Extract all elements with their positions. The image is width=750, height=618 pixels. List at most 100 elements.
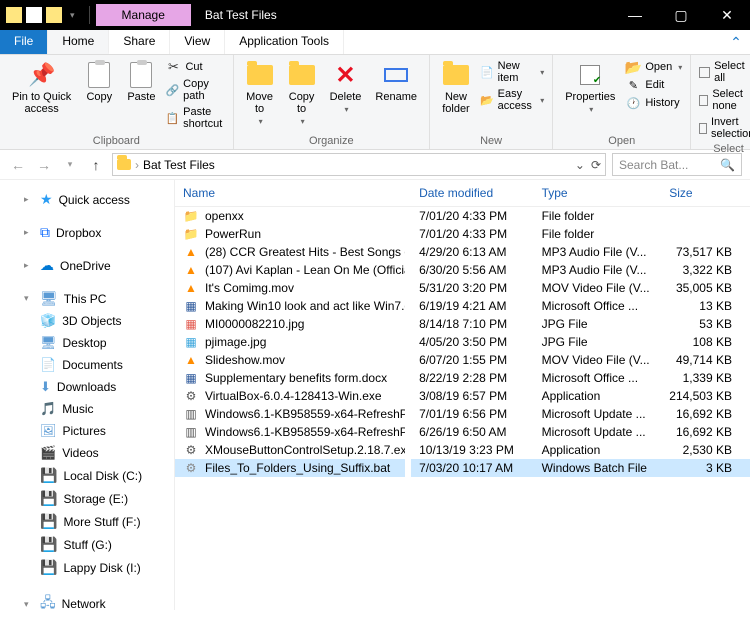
new-item-icon: 📄 bbox=[480, 65, 494, 79]
qat-dropdown-icon[interactable]: ▾ bbox=[66, 10, 79, 21]
new-folder-button[interactable]: New folder bbox=[438, 59, 474, 133]
file-size-cell: 108 KB bbox=[661, 333, 750, 351]
edit-button[interactable]: ✎Edit bbox=[625, 77, 682, 93]
nav-3d-objects[interactable]: 🧊3D Objects bbox=[4, 310, 170, 332]
file-row[interactable]: ▥Windows6.1-KB958559-x64-RefreshPkg....6… bbox=[175, 423, 750, 441]
file-name-cell[interactable]: ⚙Files_To_Folders_Using_Suffix.bat bbox=[175, 459, 405, 477]
cube-icon: 🧊 bbox=[40, 313, 56, 329]
select-all-button[interactable]: Select all bbox=[699, 59, 750, 85]
chevron-right-icon[interactable]: › bbox=[135, 158, 139, 172]
nav-recent-dropdown[interactable]: ▾ bbox=[60, 159, 80, 170]
tab-file[interactable]: File bbox=[0, 30, 48, 54]
tab-application-tools[interactable]: Application Tools bbox=[225, 30, 344, 54]
address-dropdown-icon[interactable]: ⌄ bbox=[575, 158, 585, 172]
file-row[interactable]: ▲It's Comimg.mov5/31/20 3:20 PMMOV Video… bbox=[175, 279, 750, 297]
file-row[interactable]: ⚙VirtualBox-6.0.4-128413-Win.exe3/08/19 … bbox=[175, 387, 750, 405]
close-button[interactable]: ✕ bbox=[704, 0, 750, 30]
col-name[interactable]: Name bbox=[175, 180, 411, 207]
file-name-cell[interactable]: ▦Supplementary benefits form.docx bbox=[175, 369, 405, 387]
file-date-cell: 4/05/20 3:50 PM bbox=[411, 333, 533, 351]
delete-button[interactable]: ✕ Delete▾ bbox=[326, 59, 366, 133]
file-name-cell[interactable]: ▦pjimage.jpg bbox=[175, 333, 405, 351]
nav-pictures[interactable]: 🖼Pictures bbox=[4, 420, 170, 442]
move-to-button[interactable]: Move to▾ bbox=[242, 59, 278, 133]
file-name-cell[interactable]: 📁openxx bbox=[175, 207, 405, 225]
nav-lappy-disk-i[interactable]: 💾Lappy Disk (I:) bbox=[4, 556, 170, 579]
nav-this-pc[interactable]: ▾🖥This PC bbox=[4, 287, 170, 310]
col-size[interactable]: Size bbox=[661, 180, 750, 207]
breadcrumb[interactable]: › Bat Test Files ⌄ ⟳ bbox=[112, 153, 606, 176]
ribbon-help-icon[interactable]: ⌃ bbox=[722, 30, 750, 54]
file-row[interactable]: ▲(28) CCR Greatest Hits - Best Songs of … bbox=[175, 243, 750, 261]
file-row[interactable]: ▦Making Win10 look and act like Win7.doc… bbox=[175, 297, 750, 315]
easy-access-button[interactable]: 📂Easy access▾ bbox=[480, 87, 544, 113]
nav-back-button[interactable]: ← bbox=[8, 157, 28, 173]
nav-stuff-g[interactable]: 💾Stuff (G:) bbox=[4, 533, 170, 556]
search-input[interactable]: Search Bat... 🔍 bbox=[612, 153, 742, 176]
file-name-cell[interactable]: ▲Slideshow.mov bbox=[175, 351, 405, 369]
file-name-cell[interactable]: ⚙XMouseButtonControlSetup.2.18.7.exe bbox=[175, 441, 405, 459]
nav-forward-button[interactable]: → bbox=[34, 157, 54, 173]
file-row[interactable]: ⚙Files_To_Folders_Using_Suffix.bat7/03/2… bbox=[175, 459, 750, 477]
nav-onedrive[interactable]: ▸☁OneDrive bbox=[4, 254, 170, 277]
paste-shortcut-button[interactable]: 📋Paste shortcut bbox=[165, 105, 224, 131]
new-item-button[interactable]: 📄New item▾ bbox=[480, 59, 544, 85]
tab-view[interactable]: View bbox=[170, 30, 225, 54]
tab-home[interactable]: Home bbox=[48, 30, 109, 54]
nav-documents[interactable]: 📄Documents bbox=[4, 354, 170, 376]
refresh-button[interactable]: ⟳ bbox=[591, 158, 601, 172]
nav-local-disk-c[interactable]: 💾Local Disk (C:) bbox=[4, 464, 170, 487]
file-name-cell[interactable]: ▲(28) CCR Greatest Hits - Best Songs of … bbox=[175, 243, 405, 261]
file-name-cell[interactable]: 📁PowerRun bbox=[175, 225, 405, 243]
file-list[interactable]: Name Date modified Type Size 📁openxx7/01… bbox=[175, 180, 750, 610]
nav-quick-access[interactable]: ▸★Quick access bbox=[4, 188, 170, 211]
file-row[interactable]: 📁openxx7/01/20 4:33 PMFile folder bbox=[175, 207, 750, 226]
nav-desktop[interactable]: 🖥Desktop bbox=[4, 332, 170, 354]
vlc-cone-icon: ▲ bbox=[183, 281, 199, 295]
file-row[interactable]: ⚙XMouseButtonControlSetup.2.18.7.exe10/1… bbox=[175, 441, 750, 459]
copy-to-button[interactable]: Copy to▾ bbox=[284, 59, 320, 133]
nav-music[interactable]: 🎵Music bbox=[4, 398, 170, 420]
copy-path-button[interactable]: 🔗Copy path bbox=[165, 77, 224, 103]
history-button[interactable]: 🕐History bbox=[625, 95, 682, 111]
file-row[interactable]: ▦pjimage.jpg4/05/20 3:50 PMJPG File108 K… bbox=[175, 333, 750, 351]
nav-network[interactable]: ▾🖧Network bbox=[4, 589, 170, 610]
nav-more-stuff-f[interactable]: 💾More Stuff (F:) bbox=[4, 510, 170, 533]
nav-dropbox[interactable]: ▸⧉Dropbox bbox=[4, 221, 170, 244]
copy-button[interactable]: Copy bbox=[81, 59, 117, 133]
nav-videos[interactable]: 🎬Videos bbox=[4, 442, 170, 464]
rename-button[interactable]: Rename bbox=[371, 59, 421, 133]
file-name-cell[interactable]: ▦Making Win10 look and act like Win7.doc… bbox=[175, 297, 405, 315]
invert-selection-button[interactable]: Invert selection bbox=[699, 115, 750, 141]
nav-up-button[interactable]: ↑ bbox=[86, 157, 106, 173]
col-type[interactable]: Type bbox=[534, 180, 662, 207]
properties-button[interactable]: Properties▾ bbox=[561, 59, 619, 133]
tab-share[interactable]: Share bbox=[109, 30, 170, 54]
file-name-cell[interactable]: ▲It's Comimg.mov bbox=[175, 279, 405, 297]
navigation-pane[interactable]: ▸★Quick access ▸⧉Dropbox ▸☁OneDrive ▾🖥Th… bbox=[0, 180, 175, 610]
file-row[interactable]: ▥Windows6.1-KB958559-x64-RefreshPkg (...… bbox=[175, 405, 750, 423]
open-button[interactable]: 📂Open▾ bbox=[625, 59, 682, 75]
paste-button[interactable]: Paste bbox=[123, 59, 159, 133]
file-row[interactable]: 📁PowerRun7/01/20 4:33 PMFile folder bbox=[175, 225, 750, 243]
file-row[interactable]: ▲(107) Avi Kaplan - Lean On Me (Official… bbox=[175, 261, 750, 279]
file-name-cell[interactable]: ▥Windows6.1-KB958559-x64-RefreshPkg.... bbox=[175, 423, 405, 441]
file-row[interactable]: ▦Supplementary benefits form.docx8/22/19… bbox=[175, 369, 750, 387]
select-none-button[interactable]: Select none bbox=[699, 87, 750, 113]
file-name-cell[interactable]: ▥Windows6.1-KB958559-x64-RefreshPkg (... bbox=[175, 405, 405, 423]
manage-context-tab[interactable]: Manage bbox=[96, 4, 191, 26]
col-date[interactable]: Date modified bbox=[411, 180, 533, 207]
maximize-button[interactable]: ▢ bbox=[658, 0, 704, 30]
file-row[interactable]: ▲Slideshow.mov6/07/20 1:55 PMMOV Video F… bbox=[175, 351, 750, 369]
pin-to-quick-access-button[interactable]: 📌 Pin to Quick access bbox=[8, 59, 75, 133]
nav-storage-e[interactable]: 💾Storage (E:) bbox=[4, 487, 170, 510]
file-name-cell[interactable]: ⚙VirtualBox-6.0.4-128413-Win.exe bbox=[175, 387, 405, 405]
file-row[interactable]: ▦MI0000082210.jpg8/14/18 7:10 PMJPG File… bbox=[175, 315, 750, 333]
cut-button[interactable]: ✂Cut bbox=[165, 59, 224, 75]
minimize-button[interactable]: — bbox=[612, 0, 658, 30]
breadcrumb-segment[interactable]: Bat Test Files bbox=[143, 158, 215, 172]
file-name-cell[interactable]: ▦MI0000082210.jpg bbox=[175, 315, 405, 333]
nav-downloads[interactable]: ⬇Downloads bbox=[4, 376, 170, 398]
file-name-cell[interactable]: ▲(107) Avi Kaplan - Lean On Me (Official… bbox=[175, 261, 405, 279]
vlc-cone-icon: ▲ bbox=[183, 263, 199, 277]
